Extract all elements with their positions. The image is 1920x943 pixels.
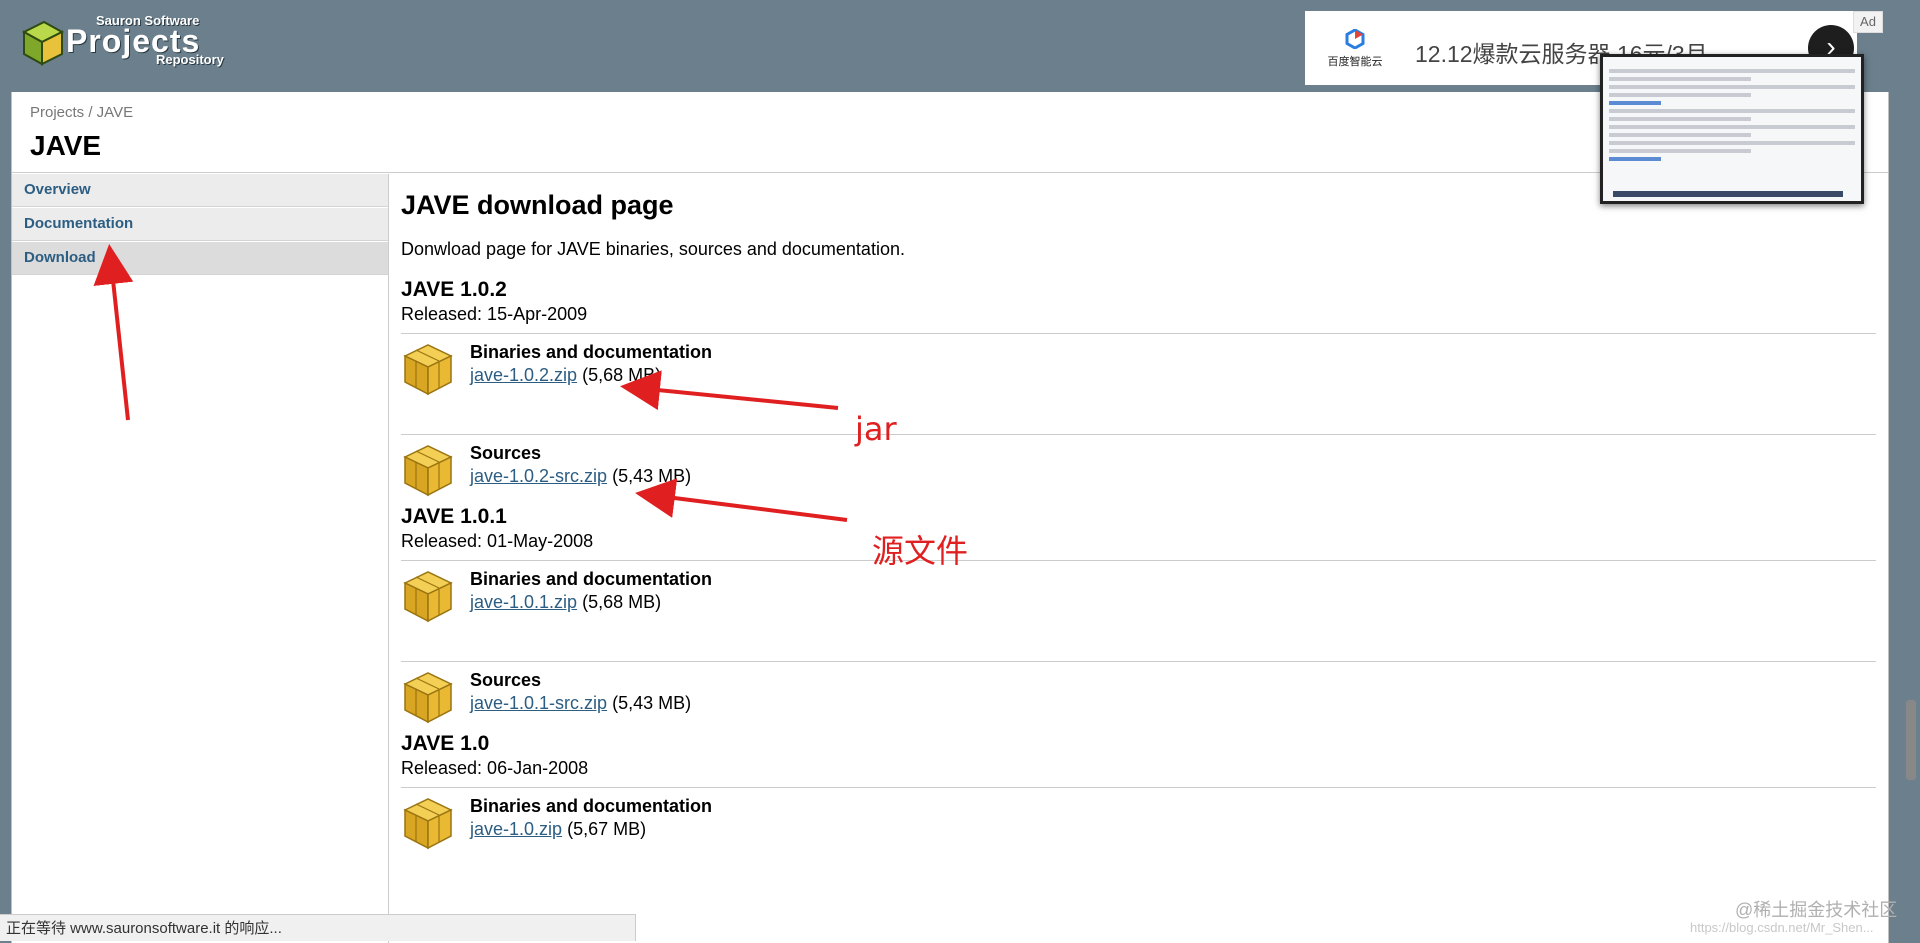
download-label: Binaries and documentation bbox=[470, 796, 713, 816]
annotation-jar: jar bbox=[855, 410, 897, 448]
package-icon bbox=[401, 670, 455, 724]
logo-cube-icon bbox=[21, 20, 65, 66]
sidebar: Overview Documentation Download bbox=[12, 174, 389, 943]
download-link[interactable]: jave-1.0.zip bbox=[470, 819, 562, 839]
page-title: JAVE bbox=[30, 130, 102, 161]
status-bar: 正在等待 www.sauronsoftware.it 的响应... bbox=[0, 914, 636, 941]
file-size: (5,43 MB) bbox=[612, 466, 692, 486]
watermark-url: https://blog.csdn.net/Mr_Shen... bbox=[1690, 920, 1874, 935]
package-icon bbox=[401, 796, 455, 850]
file-size: (5,68 MB) bbox=[582, 592, 662, 612]
sidebar-item-documentation[interactable]: Documentation bbox=[12, 208, 388, 241]
package-icon bbox=[401, 569, 455, 623]
sidebar-item-download[interactable]: Download bbox=[12, 242, 388, 275]
annotation-source: 源文件 bbox=[872, 532, 969, 570]
scrollbar[interactable] bbox=[1906, 700, 1916, 780]
main-frame: Projects / JAVE JAVE 3 Overview Document… bbox=[11, 92, 1889, 943]
download-item: Binaries and documentation jave-1.0.1.zi… bbox=[401, 560, 1876, 661]
content-area: JAVE download page Donwload page for JAV… bbox=[401, 174, 1876, 888]
content-intro: Donwload page for JAVE binaries, sources… bbox=[401, 239, 905, 259]
package-icon bbox=[401, 342, 455, 396]
download-label: Sources bbox=[470, 443, 542, 463]
download-link[interactable]: jave-1.0.1-src.zip bbox=[470, 693, 607, 713]
ad-brand: 百度智能云 bbox=[1325, 29, 1385, 69]
ad-tag[interactable]: Ad bbox=[1853, 11, 1883, 33]
ad-brand-name: 百度智能云 bbox=[1327, 56, 1383, 68]
version-date: Released: 15-Apr-2009 bbox=[401, 304, 588, 324]
file-size: (5,67 MB) bbox=[567, 819, 647, 839]
version-title: JAVE 1.0.2 bbox=[401, 278, 507, 301]
download-item: Binaries and documentation jave-1.0.zip … bbox=[401, 787, 1876, 888]
download-item: Sources jave-1.0.2-src.zip (5,43 MB) bbox=[401, 434, 1876, 535]
ad-brand-logo-icon bbox=[1345, 29, 1365, 49]
package-icon bbox=[401, 443, 455, 497]
screenshot-thumbnail[interactable] bbox=[1600, 54, 1864, 204]
version-block: JAVE 1.0.2 Released: 15-Apr-2009 bbox=[401, 278, 1876, 325]
file-size: (5,68 MB) bbox=[582, 365, 662, 385]
download-label: Binaries and documentation bbox=[470, 342, 713, 362]
sidebar-item-overview[interactable]: Overview bbox=[12, 174, 388, 207]
download-link[interactable]: jave-1.0.2-src.zip bbox=[470, 466, 607, 486]
breadcrumb[interactable]: Projects / JAVE bbox=[30, 104, 133, 121]
download-link[interactable]: jave-1.0.2.zip bbox=[470, 365, 577, 385]
download-item: Binaries and documentation jave-1.0.2.zi… bbox=[401, 333, 1876, 434]
download-item: Sources jave-1.0.1-src.zip (5,43 MB) bbox=[401, 661, 1876, 762]
download-link[interactable]: jave-1.0.1.zip bbox=[470, 592, 577, 612]
download-label: Binaries and documentation bbox=[470, 569, 713, 589]
watermark: @稀土掘金技术社区 bbox=[1735, 900, 1898, 920]
download-label: Sources bbox=[470, 670, 542, 690]
file-size: (5,43 MB) bbox=[612, 693, 692, 713]
site-logo[interactable]: Sauron Software Projects Repository bbox=[18, 12, 228, 72]
